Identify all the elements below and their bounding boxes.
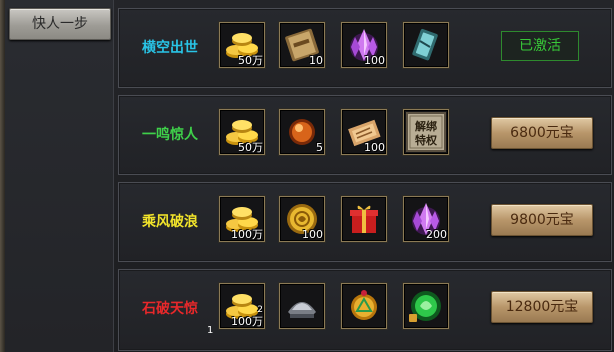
item-quantity: 50万 <box>238 141 263 154</box>
item-quantity: 100 <box>364 54 385 67</box>
reward-panel: 快人一步 横空出世 50万 10 100 已激活 一鸣惊人 50万 5 100 … <box>0 0 614 352</box>
row-title: 横空出世 <box>142 40 198 56</box>
item-quantity: 100万 <box>231 315 263 328</box>
sidebar: 快人一步 <box>5 0 114 352</box>
item-slot[interactable]: 2 100万 <box>219 283 265 329</box>
green-gem-icon <box>409 291 441 322</box>
item-slot[interactable]: 50万 <box>219 109 265 155</box>
item-slot[interactable] <box>403 283 449 329</box>
item-slot[interactable]: 5 <box>279 109 325 155</box>
item-slot[interactable]: 10 <box>279 22 325 68</box>
red-gift-box-icon <box>350 205 378 233</box>
item-slot[interactable] <box>341 196 387 242</box>
reward-row-2: 一鸣惊人 50万 5 100 解绑 特权 6800元宝 <box>118 95 612 175</box>
item-slot[interactable] <box>341 283 387 329</box>
item-quantity: 100 <box>302 228 323 241</box>
reward-row-1: 横空出世 50万 10 100 已激活 <box>118 8 612 88</box>
item-slot[interactable]: 100 <box>341 22 387 68</box>
svg-text:特权: 特权 <box>415 133 438 147</box>
item-quantity: 200 <box>426 228 447 241</box>
item-quantity: 10 <box>309 54 323 67</box>
svg-text:解绑: 解绑 <box>415 119 437 133</box>
item-quantity: 100万 <box>231 228 263 241</box>
buy-button[interactable]: 6800元宝 <box>491 117 593 149</box>
row-title: 乘风破浪 <box>142 214 198 230</box>
row-title: 一鸣惊人 <box>142 127 198 143</box>
silver-helmet-icon <box>288 302 316 318</box>
item-slot[interactable] <box>279 283 325 329</box>
item-quantity: 50万 <box>238 54 263 67</box>
reward-row-3: 乘风破浪 100万 100 200 9800元宝 <box>118 182 612 262</box>
jade-token-icon <box>412 28 438 61</box>
item-slot[interactable]: 100 <box>279 196 325 242</box>
item-quantity: 100 <box>364 141 385 154</box>
side-number: 1 <box>207 325 214 336</box>
item-quantity: 5 <box>316 141 323 154</box>
item-slot[interactable]: 解绑 特权 <box>403 109 449 155</box>
item-slot[interactable]: 200 <box>403 196 449 242</box>
unbind-privilege-icon: 解绑 特权 <box>406 112 446 152</box>
row-title: 石破天惊 <box>142 301 198 317</box>
activated-status: 已激活 <box>501 31 579 61</box>
item-slot[interactable]: 100万 <box>219 196 265 242</box>
item-slot[interactable]: 50万 <box>219 22 265 68</box>
item-slot[interactable] <box>403 22 449 68</box>
jade-pendant-icon <box>351 290 377 320</box>
buy-button[interactable]: 9800元宝 <box>491 204 593 236</box>
buy-button[interactable]: 12800元宝 <box>491 291 593 323</box>
item-slot[interactable]: 100 <box>341 109 387 155</box>
reward-row-4: 石破天惊 1 2 100万 12800元宝 <box>118 269 612 351</box>
tab-quick-step[interactable]: 快人一步 <box>9 8 111 40</box>
